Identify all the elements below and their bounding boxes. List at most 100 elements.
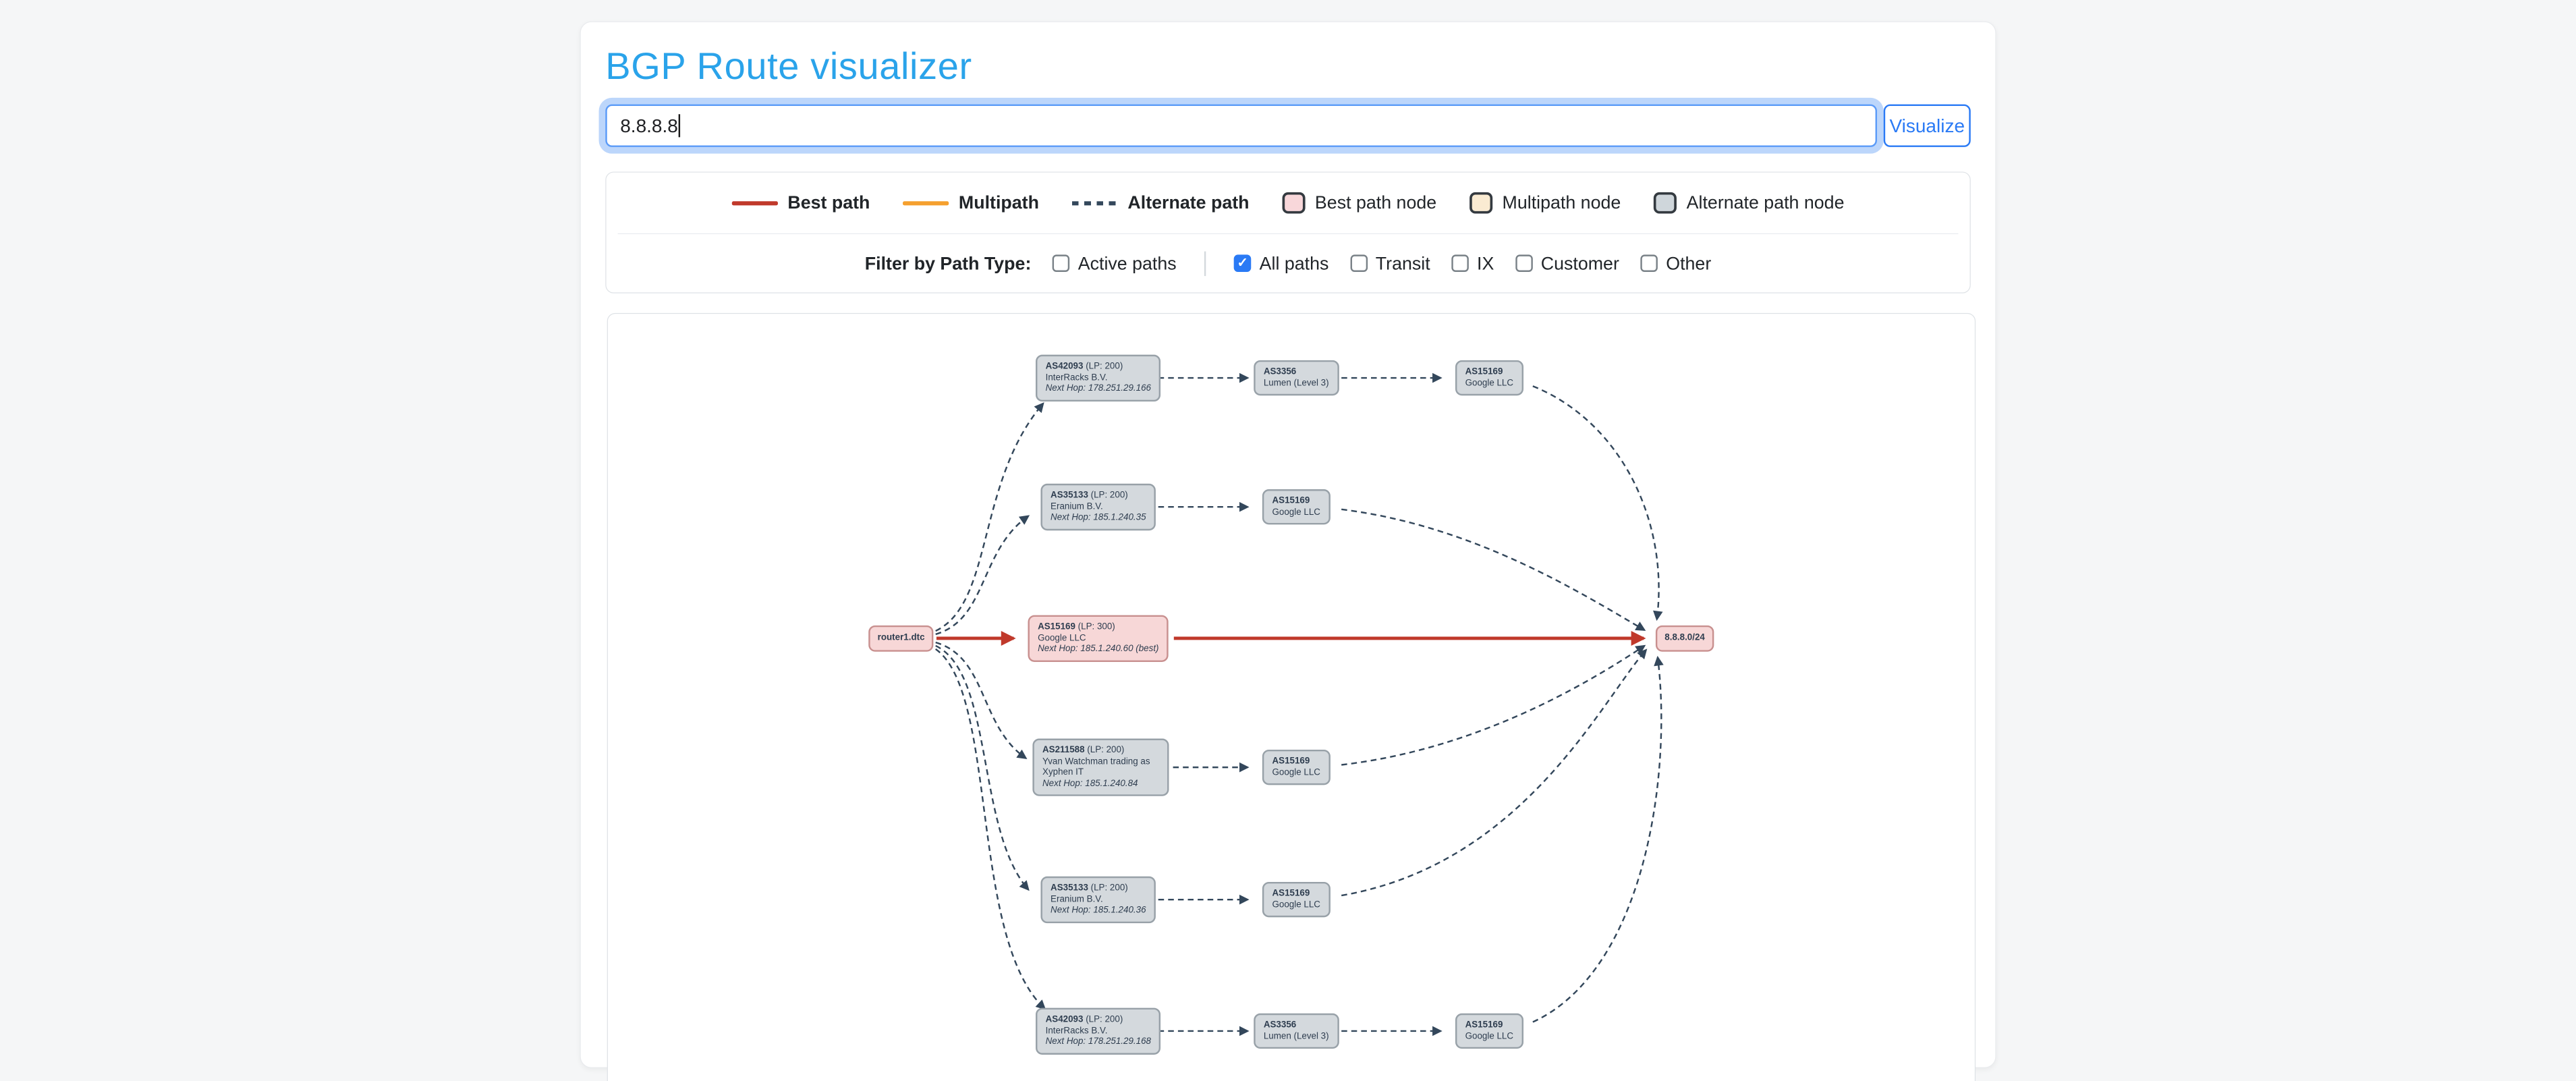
as-name: Google LLC [1272, 507, 1320, 518]
local-pref: (LP: 300) [1078, 621, 1115, 632]
as-number: AS15169 [1272, 889, 1310, 899]
next-hop: Next Hop: 178.251.29.166 [1046, 383, 1151, 394]
as-name: Lumen (Level 3) [1264, 378, 1329, 389]
as-name: InterRacks B.V. [1046, 372, 1151, 383]
as-number: AS3356 [1264, 1020, 1296, 1030]
edge-path2-to-destination [1341, 509, 1644, 630]
graph-node-path4-hop2[interactable]: AS15169 Google LLC [1262, 750, 1331, 785]
ip-address-input[interactable]: 8.8.8.8 [605, 105, 1877, 147]
as-number: AS42093 [1046, 361, 1084, 371]
graph-canvas[interactable]: router1.dtc AS42093 (LP: 200) InterRacks… [607, 313, 1976, 1081]
as-number: AS15169 [1465, 1020, 1503, 1030]
graph-node-destination-prefix[interactable]: 8.8.8.0/24 [1656, 626, 1714, 651]
graph-node-path6-hop2[interactable]: AS3356 Lumen (Level 3) [1254, 1014, 1339, 1049]
checkbox-active-paths[interactable]: Active paths [1053, 252, 1177, 274]
checkbox-ix[interactable]: IX [1451, 252, 1494, 274]
checkbox-customer[interactable]: Customer [1515, 252, 1619, 274]
local-pref: (LP: 200) [1087, 745, 1124, 755]
other-checkbox-box[interactable] [1641, 254, 1658, 272]
graph-node-best-path-hop1[interactable]: AS15169 (LP: 300) Google LLC Next Hop: 1… [1028, 615, 1169, 662]
graph-node-path1-hop1[interactable]: AS42093 (LP: 200) InterRacks B.V. Next H… [1036, 355, 1161, 401]
legend-item-alternate-path-node: Alternate path node [1654, 192, 1845, 214]
local-pref: (LP: 200) [1086, 1014, 1123, 1024]
edge-router-to-path2 [936, 516, 1029, 634]
alternate-path-line-swatch [1072, 201, 1118, 205]
filter-row: Filter by Path Type: Active paths ✓ All … [607, 234, 1970, 292]
filter-separator [1204, 251, 1206, 276]
as-name: Google LLC [1272, 899, 1320, 910]
as-number: AS15169 [1272, 756, 1310, 767]
main-card: BGP Route visualizer 8.8.8.8 Visualize B… [580, 22, 1996, 1068]
as-name: Eranium B.V. [1051, 894, 1146, 905]
legend-item-multipath-node: Multipath node [1469, 192, 1621, 214]
multipath-node-swatch [1469, 192, 1492, 214]
local-pref: (LP: 200) [1091, 491, 1128, 501]
graph-node-path6-hop1[interactable]: AS42093 (LP: 200) InterRacks B.V. Next H… [1036, 1008, 1161, 1055]
legend-item-best-path: Best path [732, 192, 870, 214]
filter-title: Filter by Path Type: [865, 252, 1032, 274]
text-caret [679, 114, 680, 137]
graph-node-path5-hop2[interactable]: AS15169 Google LLC [1262, 882, 1331, 917]
edge-path6-to-destination [1533, 657, 1661, 1022]
alternate-path-node-swatch [1654, 192, 1677, 214]
as-name: Google LLC [1465, 378, 1513, 389]
next-hop: Next Hop: 185.1.240.84 [1042, 779, 1159, 789]
local-pref: (LP: 200) [1091, 883, 1128, 893]
as-name: Lumen (Level 3) [1264, 1031, 1329, 1042]
as-name: Google LLC [1038, 633, 1158, 644]
edge-path5-to-destination [1341, 650, 1646, 895]
as-number: AS35133 [1051, 883, 1088, 893]
edge-path1-to-destination [1533, 386, 1659, 619]
legend-item-best-path-node: Best path node [1282, 192, 1436, 214]
legend-item-alternate-path: Alternate path [1072, 192, 1250, 214]
checkbox-other[interactable]: Other [1641, 252, 1712, 274]
as-name: InterRacks B.V. [1046, 1026, 1151, 1036]
edge-router-to-path6 [936, 649, 1045, 1009]
graph-node-path1-hop3[interactable]: AS15169 Google LLC [1455, 360, 1523, 395]
as-name: Eranium B.V. [1051, 501, 1146, 512]
checkbox-all-paths[interactable]: ✓ All paths [1234, 252, 1328, 274]
as-name: Yvan Watchman trading as Xyphen IT [1042, 756, 1159, 779]
checkbox-transit[interactable]: Transit [1350, 252, 1430, 274]
graph-node-path4-hop1[interactable]: AS211588 (LP: 200) Yvan Watchman trading… [1032, 739, 1169, 796]
as-number: AS3356 [1264, 367, 1296, 377]
as-name: Google LLC [1465, 1031, 1513, 1042]
graph-node-path6-hop3[interactable]: AS15169 Google LLC [1455, 1014, 1523, 1049]
graph-edges-layer [608, 314, 1976, 1081]
as-number: AS15169 [1038, 621, 1075, 632]
edge-path4-to-destination [1341, 646, 1644, 765]
all-paths-checkbox-box[interactable]: ✓ [1234, 254, 1252, 272]
search-row: 8.8.8.8 Visualize [605, 105, 1970, 147]
ix-checkbox-box[interactable] [1451, 254, 1469, 272]
as-number: AS15169 [1465, 367, 1503, 377]
multipath-line-swatch [903, 201, 949, 205]
graph-node-path2-hop2[interactable]: AS15169 Google LLC [1262, 489, 1331, 524]
best-path-line-swatch [732, 201, 778, 205]
ip-input-value: 8.8.8.8 [620, 115, 678, 137]
transit-checkbox-box[interactable] [1350, 254, 1368, 272]
graph-node-path5-hop1[interactable]: AS35133 (LP: 200) Eranium B.V. Next Hop:… [1040, 877, 1156, 923]
legend-row: Best path Multipath Alternate path Best … [607, 173, 1970, 233]
legend-filter-panel: Best path Multipath Alternate path Best … [605, 171, 1970, 293]
active-paths-checkbox-box[interactable] [1053, 254, 1070, 272]
visualize-button[interactable]: Visualize [1884, 105, 1971, 147]
page-title: BGP Route visualizer [605, 44, 1972, 88]
next-hop: Next Hop: 185.1.240.36 [1051, 905, 1146, 916]
edge-router-to-path5 [936, 646, 1029, 890]
as-number: AS35133 [1051, 491, 1088, 501]
as-number: AS15169 [1272, 496, 1310, 506]
best-path-node-swatch [1282, 192, 1305, 214]
as-number: AS42093 [1046, 1014, 1084, 1024]
graph-node-path2-hop1[interactable]: AS35133 (LP: 200) Eranium B.V. Next Hop:… [1040, 484, 1156, 530]
graph-node-source-router[interactable]: router1.dtc [868, 626, 934, 651]
legend-item-multipath: Multipath [903, 192, 1039, 214]
graph-node-path1-hop2[interactable]: AS3356 Lumen (Level 3) [1254, 360, 1339, 395]
as-name: Google LLC [1272, 767, 1320, 778]
customer-checkbox-box[interactable] [1515, 254, 1533, 272]
next-hop: Next Hop: 185.1.240.60 (best) [1038, 644, 1158, 655]
page-viewport: BGP Route visualizer 8.8.8.8 Visualize B… [0, 0, 2576, 1081]
next-hop: Next Hop: 178.251.29.168 [1046, 1036, 1151, 1047]
as-number: AS211588 [1042, 745, 1085, 755]
local-pref: (LP: 200) [1086, 361, 1123, 371]
next-hop: Next Hop: 185.1.240.35 [1051, 512, 1146, 523]
